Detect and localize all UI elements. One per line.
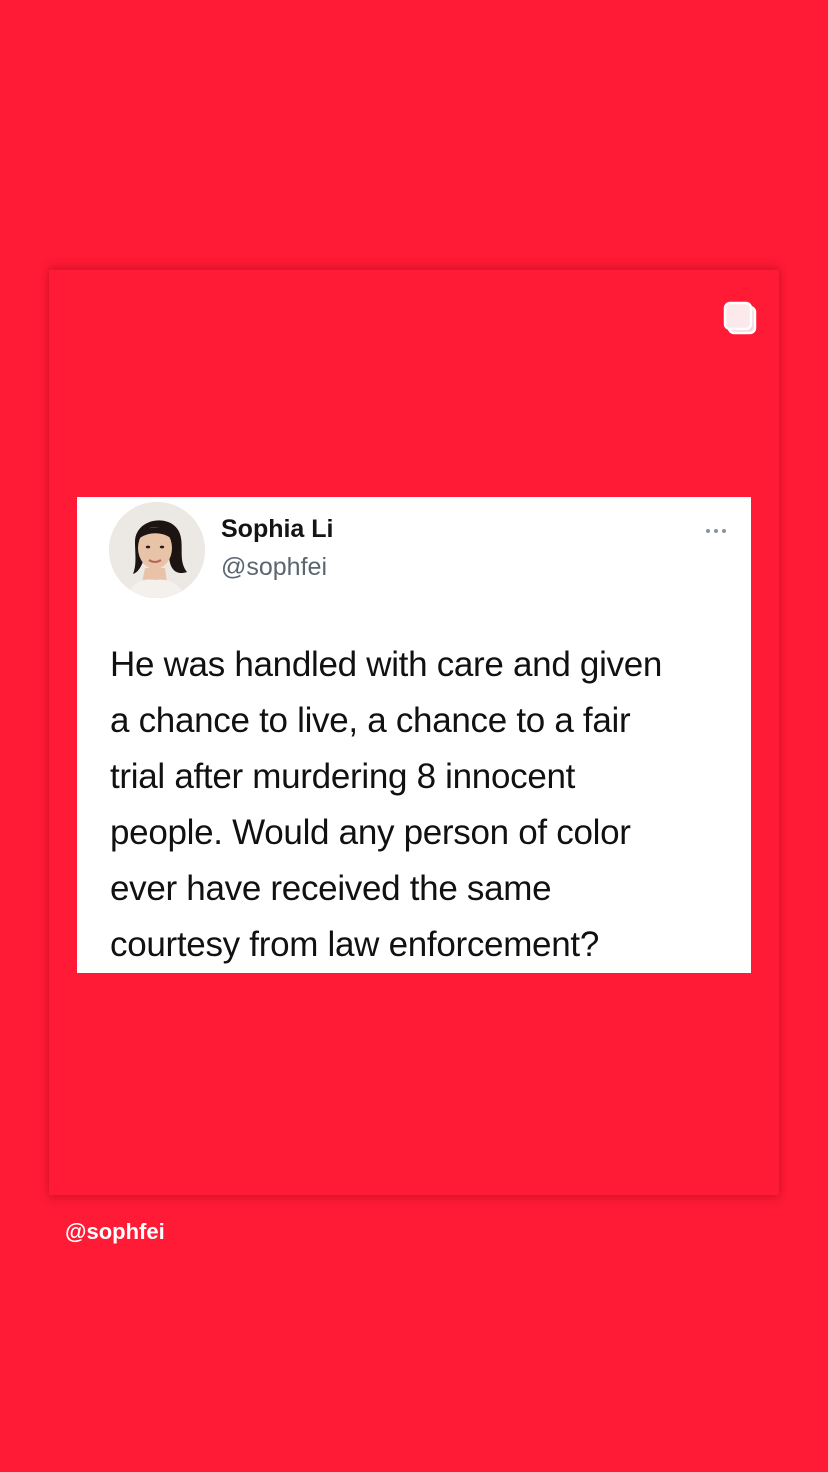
avatar[interactable] [109,502,205,598]
tweet-card[interactable]: Sophia Li @sophfei He was handled with c… [77,497,751,973]
more-options-icon[interactable] [703,521,729,541]
mention-sticker[interactable]: @sophfei [65,1219,165,1245]
tweet-text: He was handled with care and given a cha… [110,645,663,964]
multiple-posts-icon [722,300,758,336]
user-handle[interactable]: @sophfei [221,553,327,582]
display-name[interactable]: Sophia Li [221,515,334,544]
